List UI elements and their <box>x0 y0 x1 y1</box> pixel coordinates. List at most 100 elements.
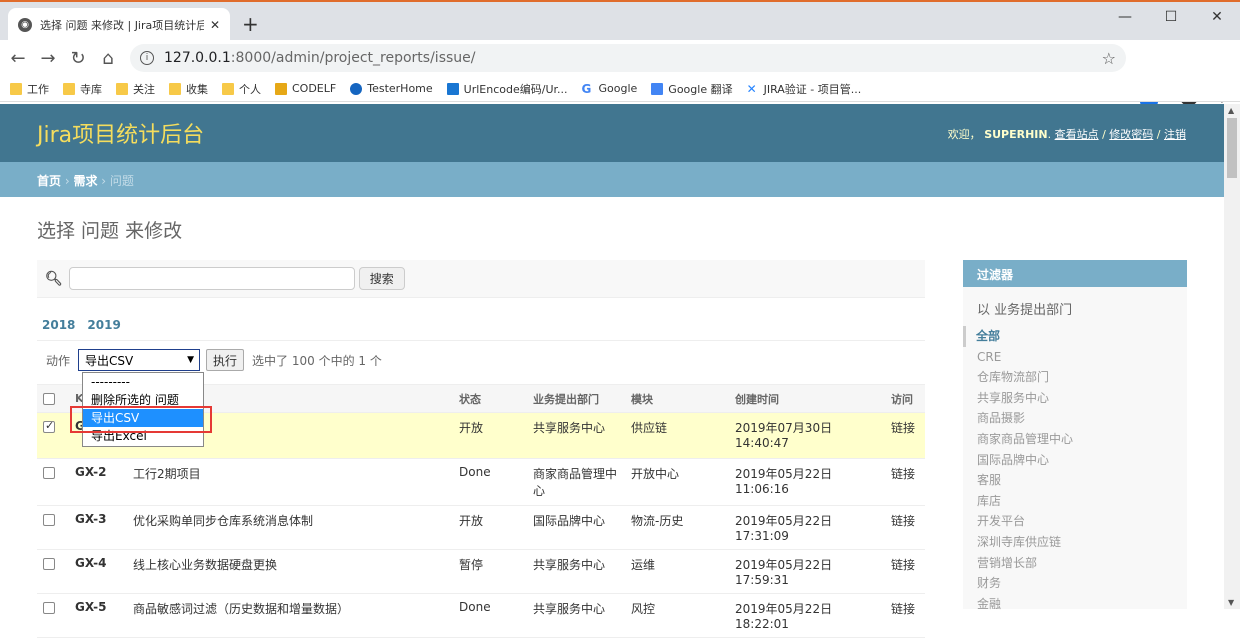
action-selected-value: 导出CSV <box>85 353 134 368</box>
bookmark-label: UrlEncode编码/Ur... <box>463 82 568 96</box>
bookmark-item[interactable]: TesterHome <box>350 82 433 95</box>
info-icon[interactable]: i <box>140 51 154 65</box>
filter-item[interactable]: 商家商品管理中心 <box>977 429 1187 450</box>
scroll-up-icon[interactable]: ▲ <box>1228 106 1234 115</box>
filter-item[interactable]: 财务 <box>977 573 1187 594</box>
search-toolbar: 🔍︎ 搜索 <box>37 260 925 298</box>
home-icon[interactable]: ⌂ <box>96 48 120 69</box>
issue-created: 2019年05月22日 17:31:09 <box>729 505 885 550</box>
filter-item[interactable]: 金融 <box>977 594 1187 615</box>
new-tab-button[interactable]: + <box>242 12 259 36</box>
issue-created: 2019年05月22日 11:06:16 <box>729 458 885 506</box>
bookmark-label: Google 翻译 <box>668 82 733 96</box>
filter-item[interactable]: 营销增长部 <box>977 553 1187 574</box>
filter-item[interactable]: 商品摄影 <box>977 408 1187 429</box>
url-bar[interactable]: i 127.0.0.1 :8000/admin/project_reports/… <box>130 44 1126 72</box>
breadcrumb-home[interactable]: 首页 <box>37 174 61 188</box>
row-checkbox[interactable] <box>43 466 55 479</box>
row-checkbox[interactable] <box>43 601 55 614</box>
search-button[interactable]: 搜索 <box>358 267 405 290</box>
dropdown-option[interactable]: --------- <box>83 373 203 391</box>
bookmark-item[interactable]: 收集 <box>169 81 208 97</box>
issue-key[interactable]: GX-4 <box>69 549 127 594</box>
filter-item[interactable]: 深圳寺库供应链 <box>977 532 1187 553</box>
scroll-down-icon[interactable]: ▼ <box>1228 598 1234 607</box>
issue-link[interactable]: 链接 <box>885 505 925 550</box>
minimize-button[interactable]: — <box>1102 2 1148 32</box>
selection-count: 选中了 100 个中的 1 个 <box>252 353 382 368</box>
close-window-button[interactable]: ✕ <box>1194 2 1240 32</box>
reload-icon[interactable]: ↻ <box>66 48 90 69</box>
site-brand[interactable]: Jira项目统计后台 <box>37 117 204 149</box>
issue-title: 线上核心业务数据硬盘更换 <box>127 549 453 594</box>
close-tab-icon[interactable]: ✕ <box>210 18 220 32</box>
view-site-link[interactable]: 查看站点 <box>1055 128 1099 141</box>
browser-tab[interactable]: ◉ 选择 问题 来修改 | Jira项目统计后台 ✕ <box>8 8 230 42</box>
google-icon: G <box>581 81 592 96</box>
bookmark-item[interactable]: 关注 <box>116 81 155 97</box>
bookmark-item[interactable]: G Google <box>582 82 638 95</box>
issue-link[interactable]: 链接 <box>885 458 925 506</box>
select-all-checkbox[interactable] <box>43 393 55 405</box>
bookmark-item[interactable]: CODELF <box>275 82 336 95</box>
welcome-text: 欢迎， <box>947 128 981 141</box>
year-link[interactable]: 2019 <box>87 318 120 332</box>
issue-key[interactable]: GX-5 <box>69 593 127 638</box>
issue-link[interactable]: 链接 <box>885 593 925 638</box>
admin-header: Jira项目统计后台 欢迎， SUPERHIN. 查看站点 / 修改密码 / 注… <box>0 104 1224 162</box>
year-link[interactable]: 2018 <box>42 318 75 332</box>
column-header[interactable]: 模块 <box>625 384 729 413</box>
logout-link[interactable]: 注销 <box>1164 128 1186 141</box>
filter-item[interactable]: 库店 <box>977 491 1187 512</box>
row-checkbox[interactable] <box>43 419 55 433</box>
column-header[interactable]: 状态 <box>453 384 527 413</box>
browser-tab-bar: ◉ 选择 问题 来修改 | Jira项目统计后台 ✕ + — ☐ ✕ <box>0 0 1240 42</box>
row-checkbox[interactable] <box>43 513 55 526</box>
bookmark-star-icon[interactable]: ☆ <box>1102 49 1116 68</box>
breadcrumb-app[interactable]: 需求 <box>73 174 97 188</box>
issue-key[interactable]: GX-3 <box>69 505 127 550</box>
column-header[interactable]: 业务提出部门 <box>527 384 625 413</box>
forward-icon[interactable]: → <box>36 48 60 69</box>
filter-item[interactable]: 全部 <box>963 326 1187 347</box>
column-header: 访问 <box>885 384 925 413</box>
issue-key[interactable]: GX-2 <box>69 458 127 506</box>
row-select-cell <box>37 458 69 506</box>
issue-module: 风控 <box>625 593 729 638</box>
filter-item[interactable]: 客服 <box>977 470 1187 491</box>
back-icon[interactable]: ← <box>6 48 30 69</box>
issue-link[interactable]: 链接 <box>885 549 925 594</box>
issue-module: 运维 <box>625 549 729 594</box>
breadcrumb: 首页 › 需求 › 问题 <box>0 162 1224 197</box>
bookmark-item[interactable]: Google 翻译 <box>651 81 733 97</box>
search-input[interactable] <box>68 267 355 290</box>
issue-status: Done <box>453 593 527 638</box>
action-select[interactable]: 导出CSV ▼ <box>78 349 201 371</box>
tab-title: 选择 问题 来修改 | Jira项目统计后台 <box>40 19 204 32</box>
page-scrollbar[interactable]: ▲ ▼ <box>1224 104 1240 609</box>
change-password-link[interactable]: 修改密码 <box>1109 128 1153 141</box>
page-title: 选择 问题 来修改 <box>37 220 183 242</box>
filter-item[interactable]: 仓库物流部门 <box>977 367 1187 388</box>
table-row: GX-4 线上核心业务数据硬盘更换 暂停 共享服务中心 运维 2019年05月2… <box>37 549 925 594</box>
maximize-button[interactable]: ☐ <box>1148 2 1194 32</box>
run-action-button[interactable]: 执行 <box>206 349 245 371</box>
row-checkbox[interactable] <box>43 557 55 570</box>
bookmark-item[interactable]: 工作 <box>10 81 49 97</box>
filter-item[interactable]: 共享服务中心 <box>977 388 1187 409</box>
username: SUPERHIN <box>984 128 1048 141</box>
actions-bar: 动作 导出CSV ▼ 执行 选中了 100 个中的 1 个 <box>37 349 382 371</box>
column-header[interactable]: 创建时间 <box>729 384 885 413</box>
date-hierarchy: 2018 2019 <box>42 318 133 332</box>
filter-item[interactable]: 国际品牌中心 <box>977 450 1187 471</box>
bookmark-item[interactable]: UrlEncode编码/Ur... <box>446 81 568 97</box>
bookmark-item[interactable]: 寺库 <box>63 81 102 97</box>
issue-link[interactable]: 链接 <box>885 412 925 459</box>
scroll-thumb[interactable] <box>1227 118 1237 178</box>
filter-item[interactable]: CRE <box>977 347 1187 368</box>
bookmark-item[interactable]: ✕ JIRA验证 - 项目管... <box>747 81 862 97</box>
bookmark-item[interactable]: 个人 <box>222 81 261 97</box>
issue-module: 供应链 <box>625 412 729 459</box>
filter-item[interactable]: 开发平台 <box>977 511 1187 532</box>
translate-icon <box>651 82 664 95</box>
